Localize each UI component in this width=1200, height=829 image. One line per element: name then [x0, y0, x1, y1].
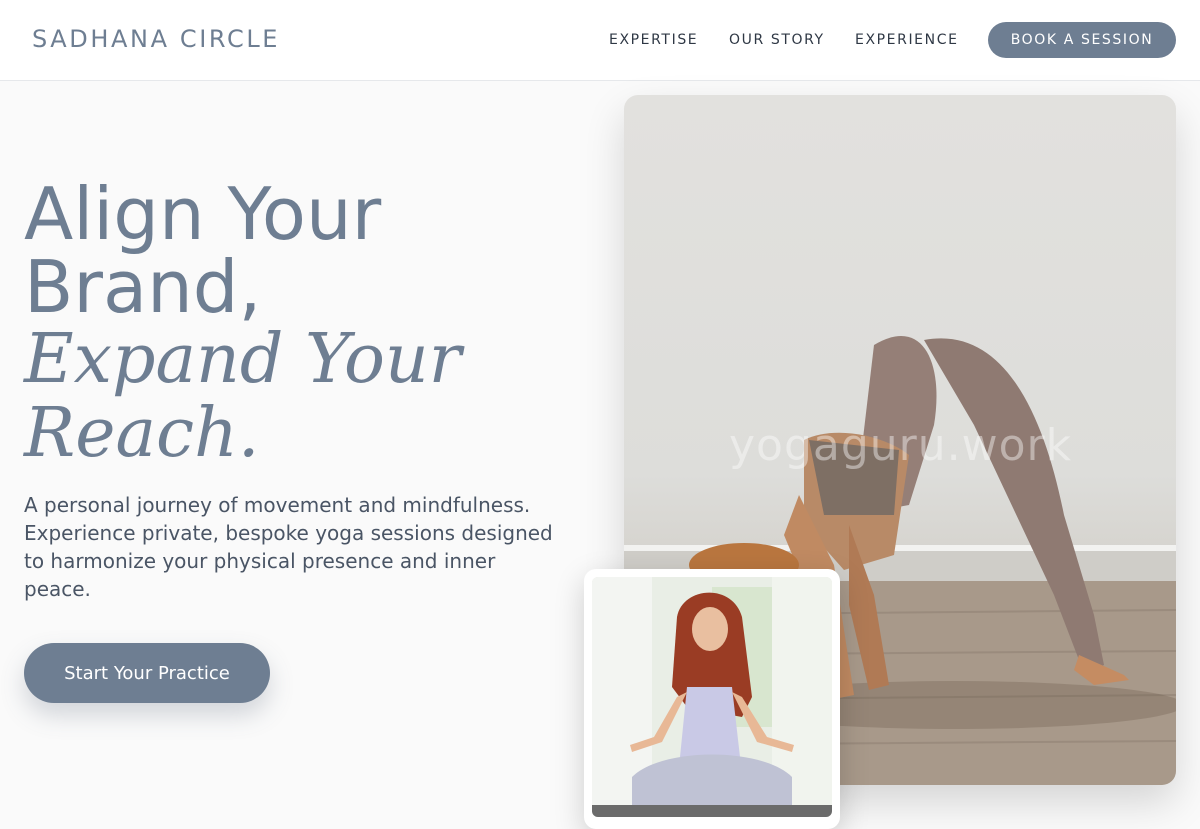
- site-header: SADHANA CIRCLE EXPERTISE OUR STORY EXPER…: [0, 0, 1200, 81]
- start-practice-button[interactable]: Start Your Practice: [24, 643, 270, 703]
- hero-title-line-3: Expand Your: [24, 320, 462, 399]
- meditation-illustration: [592, 577, 832, 817]
- watermark-text: yogaguru.work: [729, 420, 1073, 471]
- meditation-photo: [592, 577, 832, 817]
- nav-link-experience[interactable]: EXPERIENCE: [855, 32, 959, 48]
- brand-logo[interactable]: SADHANA CIRCLE: [32, 25, 280, 53]
- meditation-photo-card: [584, 569, 840, 829]
- hero-title-line-1: Align Your: [24, 172, 382, 256]
- nav-link-expertise[interactable]: EXPERTISE: [609, 32, 698, 48]
- nav-link-our-story[interactable]: OUR STORY: [729, 32, 825, 48]
- book-session-button[interactable]: BOOK A SESSION: [988, 22, 1176, 58]
- hero-title-line-4: Reach.: [24, 394, 260, 473]
- hero-description: A personal journey of movement and mindf…: [24, 493, 553, 601]
- hero-title-line-2: Brand,: [24, 245, 262, 329]
